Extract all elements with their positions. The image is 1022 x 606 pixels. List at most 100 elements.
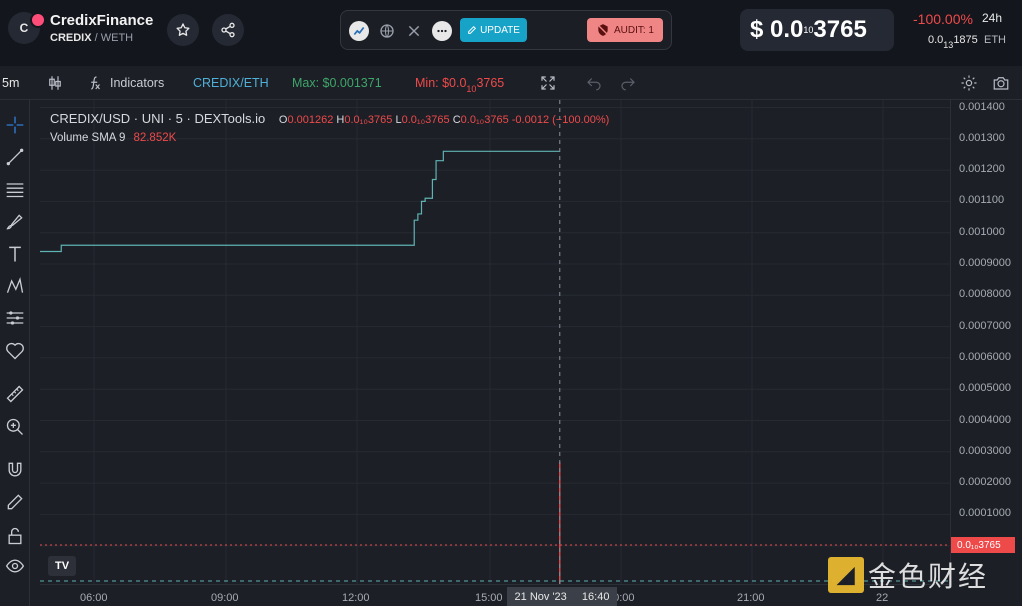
- interval-selector[interactable]: 5m: [2, 76, 19, 90]
- x-twitter-icon[interactable]: [404, 21, 424, 41]
- eth-price-suffix: 1875: [953, 34, 978, 46]
- close-label: C: [452, 114, 461, 126]
- function-icon[interactable]: [86, 74, 104, 92]
- y-tick-label: 0.0008000: [959, 288, 1011, 301]
- y-tick-label: 0.0007000: [959, 319, 1011, 332]
- audit-label: AUDIT: 1: [613, 24, 654, 36]
- price-change: -100.00%: [913, 11, 973, 27]
- website-globe-icon[interactable]: [377, 21, 397, 41]
- max-price-label: Max: $0.001371: [292, 76, 382, 90]
- base-symbol: CREDIX: [50, 32, 92, 44]
- explorer-icon[interactable]: [349, 21, 369, 41]
- shield-off-icon: [597, 24, 609, 36]
- chart-toolbar: 5m Indicators CREDIX/ETH Max: $0.001371 …: [0, 66, 1022, 100]
- crosshair-icon[interactable]: [5, 115, 25, 135]
- y-tick-label: 0.0004000: [959, 413, 1011, 426]
- y-tick-label: 0.0005000: [959, 382, 1011, 395]
- min-prefix: Min: $0.0: [415, 76, 467, 90]
- token-name: CredixFinance: [50, 12, 154, 29]
- drawing-toolbar: [0, 100, 30, 606]
- share-icon: [221, 22, 235, 38]
- y-tick-label: 0.001100: [959, 194, 1005, 207]
- candle-type-icon[interactable]: [46, 74, 64, 92]
- watermark-text: 金色财经: [868, 560, 989, 593]
- zoom-in-icon[interactable]: [5, 417, 25, 437]
- magnet-icon[interactable]: [5, 460, 25, 480]
- share-button[interactable]: [212, 14, 244, 46]
- pair-switch-button[interactable]: CREDIX/ETH: [193, 76, 269, 90]
- more-links-icon[interactable]: [432, 21, 452, 41]
- chart-title: CREDIX/USD · UNI · 5 · DEXTools.io: [50, 111, 266, 126]
- min-price-label: Min: $0.0103765: [415, 76, 504, 94]
- links-group: UPDATE AUDIT: 1: [340, 10, 672, 50]
- quote-symbol: / WETH: [94, 32, 134, 44]
- x-tick-label: 15:00: [475, 592, 503, 604]
- high-value: 0.0₁₀3765: [344, 114, 393, 126]
- indicators-button[interactable]: Indicators: [110, 76, 164, 90]
- camera-icon[interactable]: [992, 74, 1010, 92]
- token-badge-icon: [30, 12, 46, 28]
- measure-lines-icon[interactable]: [5, 308, 25, 328]
- star-icon: [176, 23, 190, 36]
- price-suffix: 3765: [813, 16, 867, 43]
- low-value: 0.0₁₀3765: [401, 114, 450, 126]
- price-chart[interactable]: [40, 100, 950, 584]
- x-tick-label: 06:00: [80, 592, 108, 604]
- volume-label: Volume SMA 9: [50, 132, 126, 144]
- heart-icon[interactable]: [5, 341, 25, 361]
- pattern-icon[interactable]: [5, 276, 25, 296]
- last-price-tag: 0.0₁₀3765: [951, 537, 1015, 553]
- eth-price-prefix: 0.0: [928, 34, 944, 46]
- y-tick-label: 0.001200: [959, 163, 1005, 176]
- crosshair-time-label: 21 Nov '23 16:40: [507, 587, 617, 606]
- undo-icon[interactable]: [585, 74, 603, 92]
- volume-value: 82.852K: [133, 132, 177, 144]
- fib-lines-icon[interactable]: [5, 179, 25, 199]
- lock-icon[interactable]: [5, 526, 25, 546]
- change-period: 24h: [982, 11, 1003, 25]
- volume-legend: Volume SMA 9 82.852K: [50, 132, 176, 144]
- chart-canvas[interactable]: [40, 100, 950, 584]
- pair-line: CREDIX / WETH: [50, 32, 133, 44]
- edit-icon: [468, 25, 477, 34]
- eth-price: 0.0131875: [928, 34, 978, 50]
- trend-line-icon[interactable]: [5, 147, 25, 167]
- top-bar: C CredixFinance CREDIX / WETH UPDATE AUD…: [0, 0, 1022, 66]
- settings-gear-icon[interactable]: [960, 74, 978, 92]
- x-tick-label: 09:00: [211, 592, 239, 604]
- y-tick-label: 0.001000: [959, 225, 1005, 238]
- favorite-button[interactable]: [167, 14, 199, 46]
- brush-icon[interactable]: [5, 212, 25, 232]
- x-tick-label: 21:00: [737, 592, 765, 604]
- chart-legend: CREDIX/USD · UNI · 5 · DEXTools.io O0.00…: [50, 111, 609, 126]
- fullscreen-icon[interactable]: [539, 74, 557, 92]
- text-tool-icon[interactable]: [5, 244, 25, 264]
- y-tick-label: 0.001400: [959, 100, 1005, 113]
- watermark-logo: ◢: [828, 557, 864, 593]
- audit-button[interactable]: AUDIT: 1: [587, 18, 663, 42]
- pencil-lock-icon[interactable]: [5, 492, 25, 512]
- min-zeros: 10: [466, 84, 477, 94]
- change-value: -0.0012 (−100.00%): [511, 114, 610, 126]
- close-value: 0.0₁₀3765: [460, 114, 509, 126]
- y-tick-label: 0.0002000: [959, 476, 1011, 489]
- x-tick-label: 12:00: [342, 592, 370, 604]
- y-tick-label: 0.0001000: [959, 507, 1011, 520]
- eth-label: ETH: [984, 34, 1006, 46]
- price-prefix: $ 0.0: [750, 16, 804, 43]
- watermark: ◢ 金色财经: [828, 555, 988, 595]
- eye-icon[interactable]: [5, 556, 25, 576]
- open-value: 0.001262: [287, 114, 334, 126]
- y-tick-label: 0.0006000: [959, 350, 1011, 363]
- update-button[interactable]: UPDATE: [460, 18, 527, 42]
- update-label: UPDATE: [480, 24, 520, 36]
- cross-date: 21 Nov '23: [514, 590, 567, 603]
- eth-price-zeros: 13: [943, 40, 954, 50]
- ruler-icon[interactable]: [5, 384, 25, 404]
- redo-icon[interactable]: [619, 74, 637, 92]
- y-tick-label: 0.0003000: [959, 444, 1011, 457]
- cross-time: 16:40: [581, 590, 610, 603]
- ohlc-values: O0.001262 H0.0₁₀3765 L0.0₁₀3765 C0.0₁₀37…: [279, 114, 609, 126]
- tradingview-logo[interactable]: TV: [48, 556, 76, 576]
- price-display: $ 0.0 10 3765: [740, 9, 894, 51]
